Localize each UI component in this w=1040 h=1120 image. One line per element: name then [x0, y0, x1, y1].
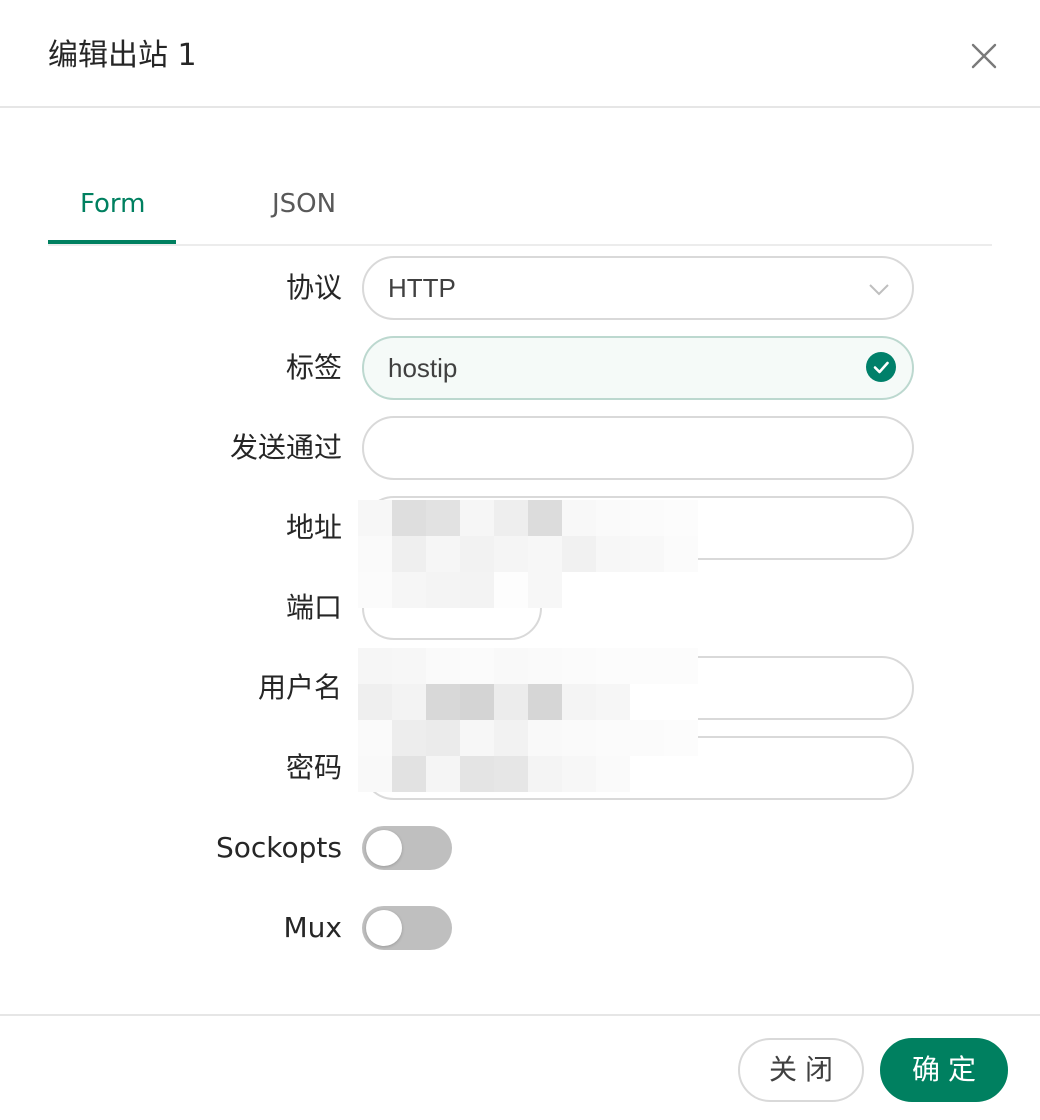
edit-outbound-dialog: 编辑出站 1 Form JSON 协议 HTTP 标签 发送通过	[0, 0, 1040, 1120]
mux-toggle[interactable]	[362, 906, 452, 950]
send-through-row: 发送通过	[0, 416, 1040, 480]
close-button[interactable]: 关闭	[738, 1038, 864, 1102]
mux-label: Mux	[283, 911, 342, 944]
close-icon[interactable]	[968, 40, 1000, 72]
redacted-address-port	[358, 500, 698, 608]
send-through-input[interactable]	[362, 416, 914, 480]
dialog-footer: 关闭 确定	[0, 1014, 1040, 1120]
port-label: 端口	[285, 591, 342, 624]
mux-row: Mux	[0, 896, 1040, 960]
address-label: 地址	[285, 511, 342, 544]
protocol-value: HTTP	[388, 273, 456, 303]
protocol-select[interactable]: HTTP	[362, 256, 914, 320]
chevron-down-icon	[869, 284, 889, 296]
tab-form[interactable]: Form	[80, 186, 146, 222]
password-label: 密码	[285, 751, 342, 784]
toggle-knob	[366, 830, 402, 866]
dialog-title: 编辑出站 1	[48, 38, 197, 73]
sockopts-toggle[interactable]	[362, 826, 452, 870]
username-label: 用户名	[257, 671, 342, 704]
dialog-header: 编辑出站 1	[0, 0, 1040, 108]
active-tab-indicator	[48, 240, 176, 244]
protocol-row: 协议 HTTP	[0, 256, 1040, 320]
redacted-credentials	[358, 648, 698, 792]
tab-json[interactable]: JSON	[272, 186, 336, 222]
toggle-knob	[366, 910, 402, 946]
sockopts-label: Sockopts	[216, 831, 342, 864]
send-through-label: 发送通过	[229, 431, 342, 464]
confirm-button[interactable]: 确定	[880, 1038, 1008, 1102]
tag-input[interactable]	[362, 336, 914, 400]
tag-row: 标签	[0, 336, 1040, 400]
tag-label: 标签	[285, 351, 342, 384]
check-circle-icon	[866, 352, 896, 382]
protocol-label: 协议	[285, 271, 342, 304]
tab-bar: Form JSON	[48, 176, 992, 246]
sockopts-row: Sockopts	[0, 816, 1040, 880]
